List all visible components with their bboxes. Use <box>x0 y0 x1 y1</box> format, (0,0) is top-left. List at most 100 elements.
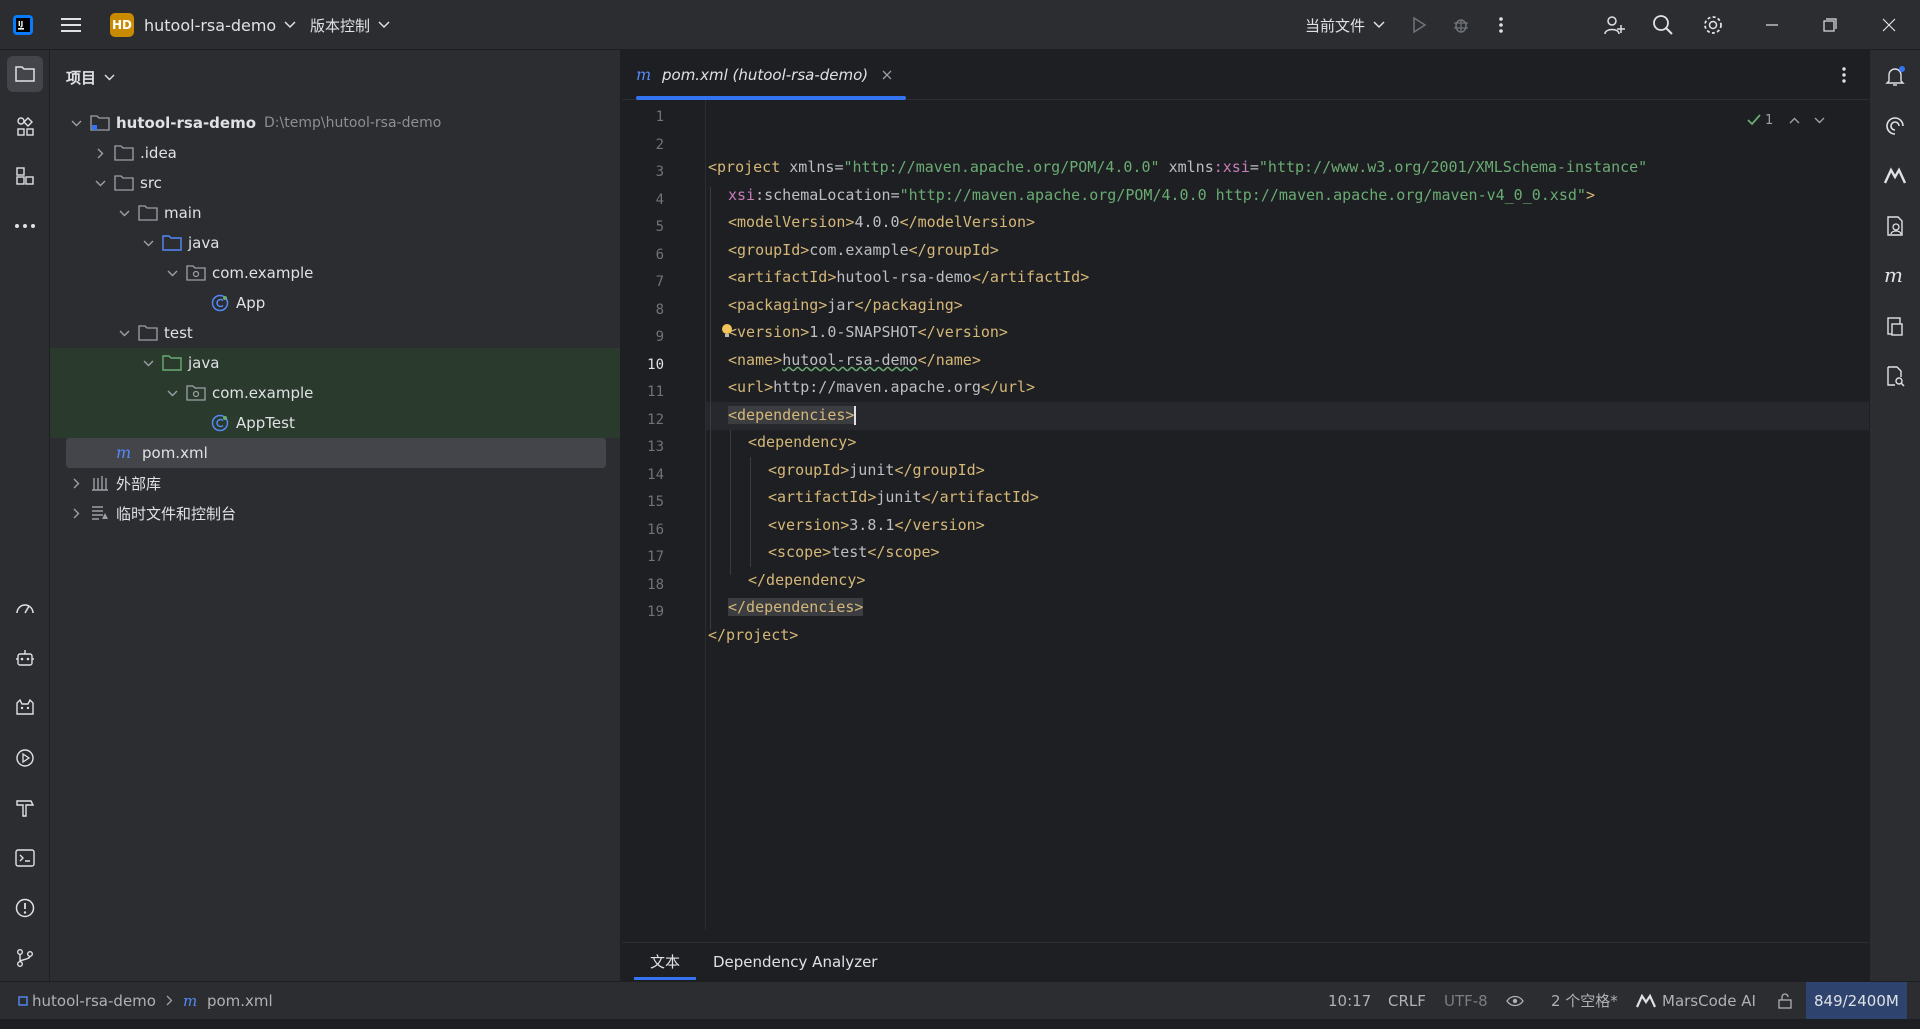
file-encoding[interactable]: UTF-8 <box>1444 982 1488 1019</box>
chevron-down-icon[interactable] <box>92 175 108 191</box>
chevron-down-icon[interactable] <box>140 235 156 251</box>
code-line-18[interactable]: </project> <box>708 621 798 649</box>
code-line-6[interactable]: <packaging>jar</packaging> <box>728 291 963 319</box>
check-icon <box>1747 114 1761 126</box>
code-line-2[interactable]: xsi:schemaLocation="http://maven.apache.… <box>728 181 1595 209</box>
tree-item-apptest-class[interactable]: AppTest <box>50 408 620 438</box>
run-icon[interactable] <box>1410 0 1428 50</box>
tab-dependency-analyzer[interactable]: Dependency Analyzer <box>713 943 877 980</box>
maven-tool-icon[interactable]: m <box>1877 258 1913 294</box>
marscode-icon[interactable] <box>1877 158 1913 194</box>
plugins-tool-icon[interactable] <box>7 158 43 194</box>
structure-tool-icon[interactable] <box>7 108 43 144</box>
breadcrumb-project[interactable]: hutool-rsa-demo <box>32 992 156 1010</box>
ai-robot-icon[interactable] <box>7 640 43 676</box>
restore-icon[interactable] <box>1823 0 1837 50</box>
breadcrumb-file[interactable]: pom.xml <box>207 992 273 1010</box>
services-run-icon[interactable] <box>7 740 43 776</box>
code-line-12[interactable]: <groupId>junit</groupId> <box>768 456 985 484</box>
project-switcher[interactable]: HD hutool-rsa-demo <box>110 0 296 50</box>
tree-item-test-java[interactable]: java <box>50 348 620 378</box>
notifications-bell-icon[interactable] <box>1877 58 1913 94</box>
tree-item-idea[interactable]: .idea <box>50 138 620 168</box>
xml-tag: </artifactId> <box>921 488 1039 506</box>
tree-item-main-java[interactable]: java <box>50 228 620 258</box>
settings-gear-icon[interactable] <box>1702 0 1724 50</box>
indent-setting[interactable]: 2 个空格* <box>1551 982 1618 1019</box>
ide-logo-icon[interactable]: IJ <box>12 0 34 50</box>
code-line-16[interactable]: </dependency> <box>748 566 865 594</box>
chevron-down-icon[interactable] <box>116 205 132 221</box>
profiler-icon[interactable] <box>7 590 43 626</box>
chevron-up-icon[interactable] <box>1789 117 1800 124</box>
project-view-selector[interactable]: 项目 <box>66 62 115 92</box>
git-branch-icon[interactable] <box>7 940 43 976</box>
code-line-13[interactable]: <artifactId>junit</artifactId> <box>768 483 1039 511</box>
more-actions-icon[interactable] <box>1498 0 1504 50</box>
clipboard-icon[interactable] <box>1877 308 1913 344</box>
xml-tag: </dependency> <box>748 571 866 589</box>
code-line-17[interactable]: </dependencies> <box>728 593 864 621</box>
tree-item-label: src <box>140 174 162 192</box>
tab-actions-more-icon[interactable] <box>1841 66 1847 84</box>
project-tool-folder-icon[interactable] <box>7 56 43 92</box>
tree-item-src[interactable]: src <box>50 168 620 198</box>
chevron-right-icon[interactable] <box>68 505 84 521</box>
search-icon[interactable] <box>1652 0 1674 50</box>
run-config-selector[interactable]: 当前文件 <box>1305 0 1385 50</box>
ai-assistant-spiral-icon[interactable] <box>1877 108 1913 144</box>
code-line-7[interactable]: <version>1.0-SNAPSHOT</version> <box>728 318 1008 346</box>
build-hammer-icon[interactable] <box>7 790 43 826</box>
tree-item-main[interactable]: main <box>50 198 620 228</box>
terminal-icon[interactable] <box>7 840 43 876</box>
code-line-1[interactable]: <project xmlns = "http://maven.apache.org/… <box>708 153 1647 181</box>
chevron-down-icon[interactable] <box>116 325 132 341</box>
caret-position[interactable]: 10:17 <box>1328 982 1371 1019</box>
chevron-down-icon[interactable] <box>164 385 180 401</box>
code-line-15[interactable]: <scope>test</scope> <box>768 538 940 566</box>
memory-indicator[interactable]: 849/2400M <box>1806 982 1907 1019</box>
chevron-down-icon[interactable] <box>140 355 156 371</box>
debug-icon[interactable] <box>1451 0 1471 50</box>
close-icon[interactable] <box>1882 0 1896 50</box>
tab-text[interactable]: 文本 <box>634 943 696 980</box>
code-line-14[interactable]: <version>3.8.1</version> <box>768 511 985 539</box>
line-separator[interactable]: CRLF <box>1388 982 1426 1019</box>
inspection-widget[interactable]: 1 <box>1747 108 1825 132</box>
lock-icon[interactable] <box>1777 982 1793 1019</box>
chevron-down-icon[interactable] <box>164 265 180 281</box>
chevron-right-icon[interactable] <box>68 475 84 491</box>
code-with-me-icon[interactable] <box>1603 0 1625 50</box>
tree-item-test-package[interactable]: com.example <box>50 378 620 408</box>
readonly-eye-icon[interactable] <box>1506 982 1524 1019</box>
problems-icon[interactable] <box>7 890 43 926</box>
tree-item-app-class[interactable]: App <box>50 288 620 318</box>
tree-item-test[interactable]: test <box>50 318 620 348</box>
tree-item-main-package[interactable]: com.example <box>50 258 620 288</box>
cat-plugin-icon[interactable] <box>7 690 43 726</box>
chevron-down-icon[interactable] <box>1814 117 1825 124</box>
more-tools-icon[interactable] <box>7 208 43 244</box>
tab-close-icon[interactable] <box>882 70 892 80</box>
code-line-11[interactable]: <dependency> <box>748 428 856 456</box>
tree-item-external-libraries[interactable]: 外部库 <box>50 468 620 498</box>
code-line-8[interactable]: <name>hutool-rsa-demo</name> <box>728 346 981 374</box>
tree-item-scratches[interactable]: 临时文件和控制台 <box>50 498 620 528</box>
code-line-10[interactable]: <dependencies> <box>728 401 857 429</box>
chevron-down-icon[interactable] <box>68 115 84 131</box>
code-line-9[interactable]: <url>http://maven.apache.org</url> <box>728 373 1035 401</box>
vcs-menu[interactable]: 版本控制 <box>310 0 390 50</box>
tree-item-project-root[interactable]: hutool-rsa-demo D:\temp\hutool-rsa-demo <box>50 108 620 138</box>
editor-tab-pom[interactable]: m pom.xml (hutool-rsa-demo) <box>636 50 892 100</box>
code-line-5[interactable]: <artifactId>hutool-rsa-demo</artifactId> <box>728 263 1089 291</box>
document-search-icon[interactable] <box>1877 358 1913 394</box>
code-line-4[interactable]: <groupId>com.example</groupId> <box>728 236 999 264</box>
chevron-right-icon[interactable] <box>92 145 108 161</box>
minimize-icon[interactable] <box>1765 0 1779 50</box>
main-menu-icon[interactable] <box>60 0 82 50</box>
intention-bulb-icon[interactable] <box>720 323 734 339</box>
database-person-icon[interactable] <box>1877 208 1913 244</box>
tree-item-pom-xml[interactable]: m pom.xml <box>66 438 606 468</box>
marscode-status[interactable]: MarsCode AI <box>1636 982 1756 1019</box>
code-line-3[interactable]: <modelVersion>4.0.0</modelVersion> <box>728 208 1035 236</box>
